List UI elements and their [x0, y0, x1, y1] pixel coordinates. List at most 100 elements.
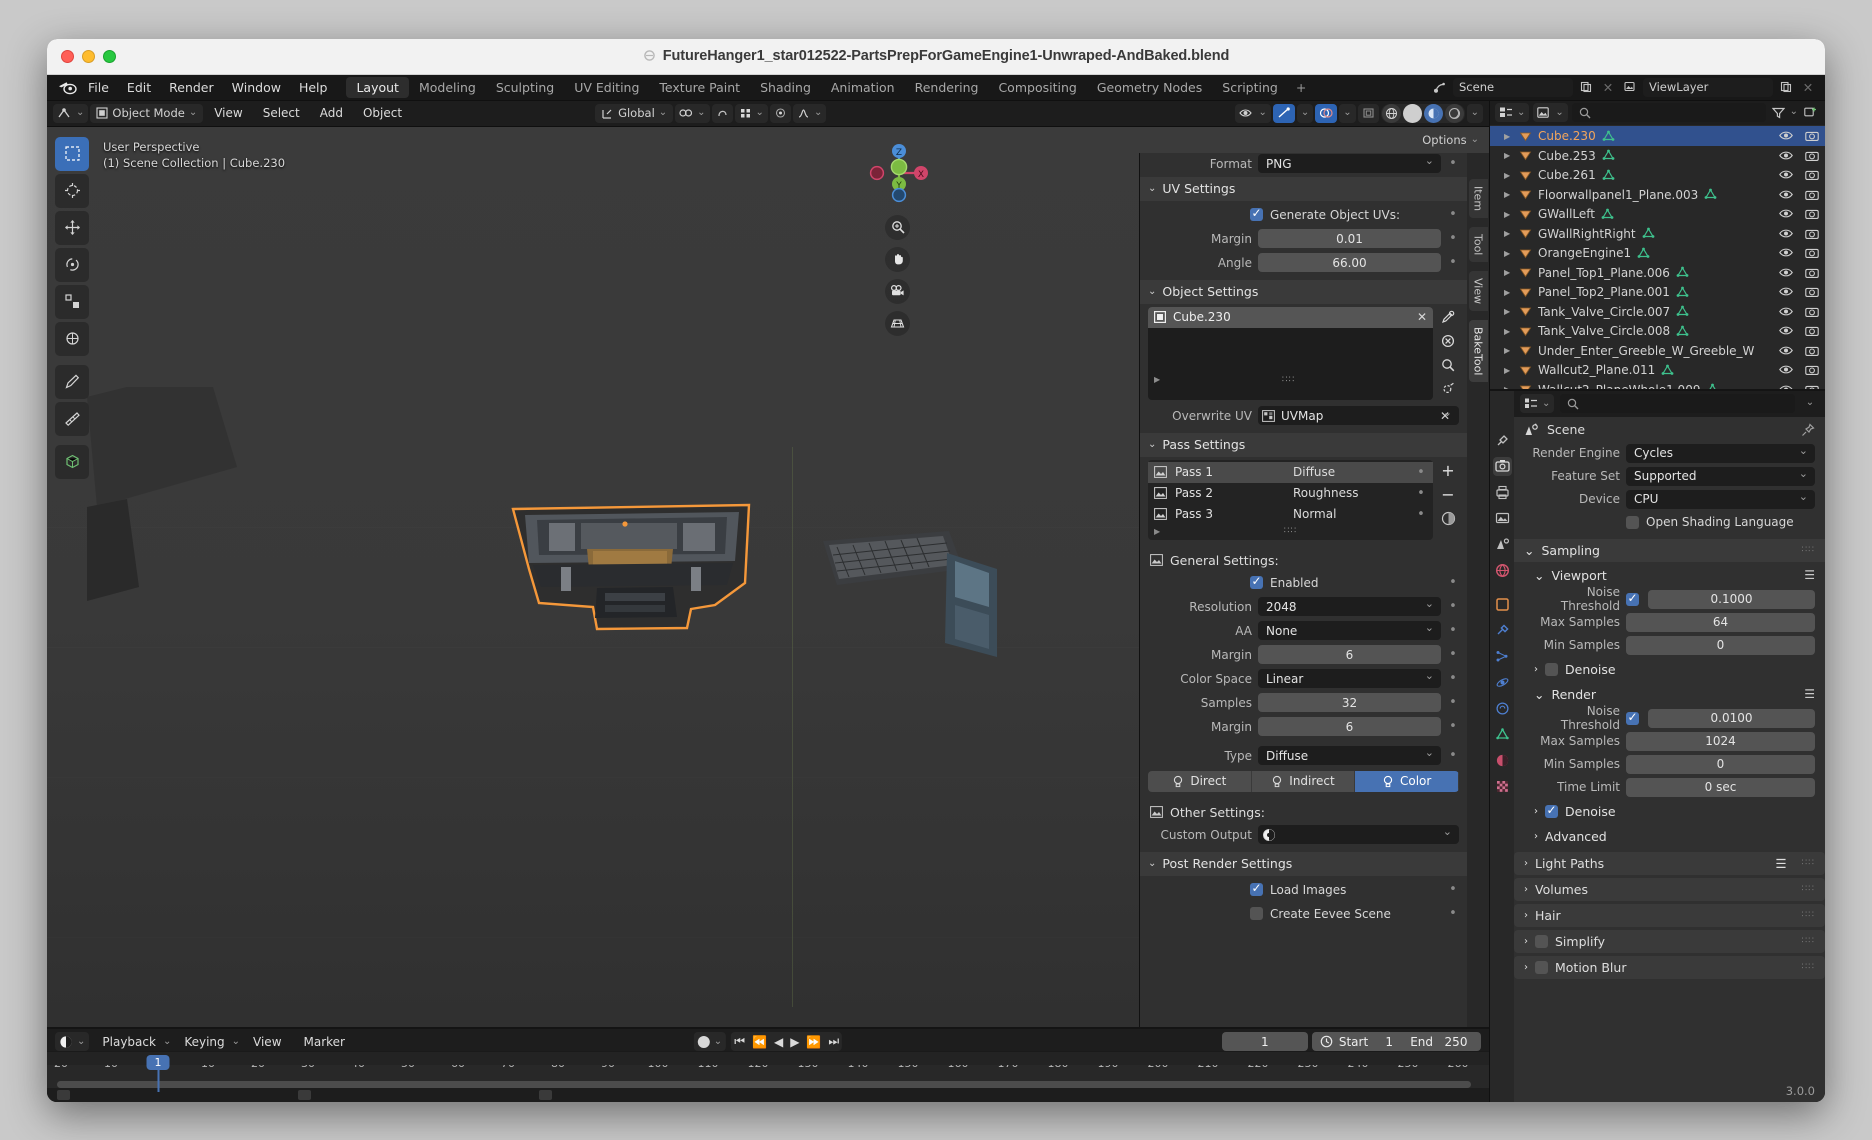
timeline-editor-type-button[interactable] [55, 1032, 90, 1051]
pass-row-2[interactable]: Pass 2 Roughness • [1148, 483, 1433, 504]
outliner-row-5[interactable]: ▶ GWallRightRight [1490, 224, 1825, 244]
render-noise-threshold-row[interactable]: Noise Threshold 0.0100 [1514, 704, 1825, 732]
camera-icon[interactable] [1805, 364, 1819, 376]
pass-1-animate-dot[interactable]: • [1415, 465, 1427, 480]
render-time-limit-field[interactable]: 0 sec [1626, 777, 1815, 797]
timeline-menu-playback[interactable]: Playback [93, 1032, 165, 1052]
camera-icon[interactable] [1805, 267, 1819, 279]
outliner-row-toggles[interactable] [1779, 345, 1819, 357]
clock-icon[interactable] [1320, 1035, 1333, 1048]
visibility-dropdown[interactable] [1235, 103, 1271, 123]
remove-scene-icon[interactable]: ✕ [1599, 78, 1617, 97]
uv-angle-field[interactable]: 66.00 [1258, 253, 1441, 272]
indirect-toggle[interactable]: Indirect [1251, 770, 1356, 792]
timeline-menu-view[interactable]: View [244, 1032, 290, 1052]
hand-icon[interactable] [885, 246, 910, 272]
viewport-menu-select[interactable]: Select [254, 103, 309, 123]
render-properties-tab[interactable] [1492, 456, 1512, 476]
add-pass-button[interactable]: + [1437, 460, 1459, 481]
overwrite-uv-row[interactable]: Overwrite UV UVMap ✕ [1140, 405, 1467, 427]
workspace-tab-uv-editing[interactable]: UV Editing [564, 77, 649, 98]
workspace-tab-layout[interactable]: Layout [346, 76, 409, 98]
render-min-samples-row[interactable]: Min Samples 0 [1514, 754, 1825, 775]
camera-icon[interactable] [1805, 228, 1819, 240]
volumes-panel[interactable]: › Volumes ∷∷ [1514, 877, 1825, 901]
outliner-row-toggles[interactable] [1779, 325, 1819, 337]
eye-icon[interactable] [1779, 169, 1793, 181]
sidebar-tab-tool[interactable]: Tool [1468, 226, 1488, 262]
snap-target-button[interactable] [769, 103, 791, 123]
format-animate-dot[interactable]: • [1447, 156, 1459, 171]
render-advanced-header[interactable]: › Advanced [1514, 825, 1825, 848]
timeline-transport-group[interactable]: ⏮ ⏪ ◀ ▶ ⏩ ⏭ [693, 1032, 843, 1051]
outliner-row-9[interactable]: ▶ Tank_Valve_Circle.007 [1490, 302, 1825, 322]
expand-icon[interactable]: ▶ [1504, 210, 1513, 219]
outliner-list[interactable]: ▶ Cube.230 ▶ Cube.253 ▶ Cube.261 ▶ Floor… [1490, 125, 1825, 389]
hair-panel[interactable]: › Hair ∷∷ [1514, 903, 1825, 927]
direct-toggle[interactable]: Direct [1148, 770, 1252, 792]
remove-viewlayer-icon[interactable]: ✕ [1799, 78, 1817, 97]
timeline-menu-keying[interactable]: Keying [175, 1032, 233, 1052]
workspace-tab-compositing[interactable]: Compositing [988, 77, 1086, 98]
feature-set-dropdown[interactable]: Supported [1626, 466, 1815, 486]
chevron-right-icon[interactable]: ▶ [1154, 527, 1160, 536]
margin-animate-dot-2[interactable]: • [1447, 719, 1459, 734]
aa-dropdown[interactable]: None [1258, 621, 1441, 640]
object-properties-tab[interactable] [1493, 595, 1512, 614]
properties-search-input[interactable] [1560, 394, 1795, 413]
uv-margin-animate-dot[interactable]: • [1447, 231, 1459, 246]
simplify-checkbox[interactable] [1535, 934, 1548, 948]
load-images-checkbox[interactable] [1250, 881, 1263, 896]
viewport-max-samples-field[interactable]: 64 [1626, 612, 1815, 632]
sidebar-tab-view[interactable]: View [1468, 270, 1488, 312]
create-eevee-scene-checkbox[interactable] [1250, 907, 1263, 920]
show-gizmo-button[interactable] [1272, 103, 1295, 123]
object-settings-header[interactable]: ⌄ Object Settings [1140, 279, 1467, 304]
outliner-row-7[interactable]: ▶ Panel_Top1_Plane.006 [1490, 263, 1825, 283]
viewlayer-browse-icon[interactable] [1621, 78, 1639, 97]
outliner-row-toggles[interactable] [1779, 267, 1819, 279]
custom-output-field[interactable] [1258, 825, 1459, 844]
scene-field[interactable]: Scene [1453, 77, 1573, 97]
overwrite-uv-clear-icon[interactable]: ✕ [1440, 409, 1450, 423]
show-overlays-button[interactable] [1315, 103, 1338, 123]
workspace-tab-rendering[interactable]: Rendering [905, 77, 989, 98]
frame-range-field[interactable]: Start 1 End 250 [1311, 1032, 1481, 1051]
expand-icon[interactable]: ▶ [1504, 151, 1513, 160]
workspace-tab-shading[interactable]: Shading [750, 77, 821, 98]
viewport-noise-threshold-field[interactable]: 0.1000 [1648, 589, 1815, 609]
margin-animate-dot-1[interactable]: • [1447, 647, 1459, 662]
sidebar-tab-item[interactable]: Item [1468, 178, 1488, 218]
properties-editor-type-button[interactable] [1520, 394, 1555, 413]
outliner-row-3[interactable]: ▶ Floorwallpanel1_Plane.003 [1490, 185, 1825, 205]
outliner-row-toggles[interactable] [1779, 247, 1819, 259]
pass-3-animate-dot[interactable]: • [1415, 507, 1427, 522]
snap-toggle-button[interactable] [675, 103, 710, 123]
outliner-row-11[interactable]: ▶ Under_Enter_Greeble_W_Greeble_W [1490, 341, 1825, 361]
sampling-viewport-header[interactable]: ⌄ Viewport ☰ [1514, 564, 1825, 587]
color-toggle[interactable]: Color [1355, 770, 1459, 792]
camera-icon[interactable] [1805, 169, 1819, 181]
viewport-options-dropdown[interactable]: Options [1422, 133, 1479, 147]
margin-row-1[interactable]: Margin 6 • [1140, 644, 1467, 666]
viewport-denoise-checkbox[interactable] [1545, 662, 1558, 676]
viewport-noise-threshold-checkbox[interactable] [1626, 591, 1639, 606]
next-keyframe-icon[interactable]: ⏩ [806, 1035, 821, 1049]
viewport-menu-add[interactable]: Add [311, 103, 352, 123]
outliner-row-toggles[interactable] [1779, 364, 1819, 376]
new-collection-icon[interactable] [1802, 103, 1820, 122]
grip-icon[interactable]: ∷∷ [1802, 884, 1815, 894]
expand-icon[interactable]: ▶ [1504, 249, 1513, 258]
camera-icon[interactable] [885, 278, 910, 304]
outliner-row-13[interactable]: ▶ Wallcut2_PlaneWhole1.009 [1490, 380, 1825, 389]
outliner-row-4[interactable]: ▶ GWallLeft [1490, 204, 1825, 224]
sampling-render-header[interactable]: ⌄ Render ☰ [1514, 683, 1825, 706]
properties-filter-dropdown[interactable] [1801, 394, 1819, 413]
cursor-tool[interactable] [55, 173, 89, 208]
eye-icon[interactable] [1779, 364, 1793, 376]
eye-icon[interactable] [1779, 247, 1793, 259]
grip-icon[interactable]: ∷∷ [1802, 936, 1815, 946]
object-side-buttons[interactable] [1437, 307, 1459, 400]
select-box-tool[interactable] [55, 136, 89, 171]
expand-icon[interactable]: ▶ [1504, 385, 1513, 388]
